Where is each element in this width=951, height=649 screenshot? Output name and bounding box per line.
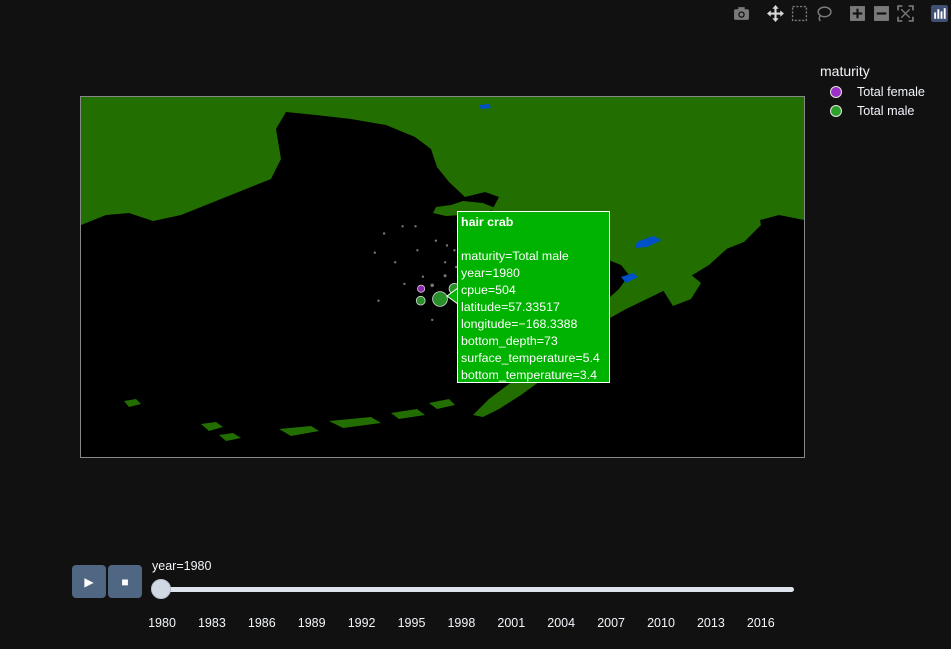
data-point-male[interactable] bbox=[421, 275, 425, 278]
map-svg bbox=[81, 97, 804, 441]
play-button[interactable]: ▶ bbox=[72, 565, 106, 598]
slider-tick-label[interactable]: 1983 bbox=[198, 616, 226, 630]
data-point-male[interactable] bbox=[431, 318, 434, 322]
stop-icon: ■ bbox=[121, 574, 129, 589]
stop-button[interactable]: ■ bbox=[108, 565, 142, 598]
tooltip-line: bottom_depth=73 bbox=[461, 334, 558, 348]
legend-item-total-female[interactable]: Total female bbox=[830, 82, 925, 101]
slider-tick-label[interactable]: 2010 bbox=[647, 616, 675, 630]
lasso-select-icon[interactable] bbox=[812, 3, 834, 23]
slider-tick-label[interactable]: 2004 bbox=[547, 616, 575, 630]
slider-tick-label[interactable]: 2016 bbox=[747, 616, 775, 630]
island-shape bbox=[391, 409, 425, 419]
data-point-male[interactable] bbox=[453, 249, 456, 252]
legend-marker-male bbox=[830, 104, 842, 117]
modebar bbox=[729, 2, 951, 24]
play-icon: ▶ bbox=[84, 574, 94, 589]
hover-tooltip: hair crab maturity=Total male year=1980 … bbox=[457, 211, 610, 383]
zoom-out-icon[interactable] bbox=[870, 3, 892, 23]
legend-title: maturity bbox=[820, 63, 870, 79]
island-shape bbox=[124, 399, 141, 407]
island-shape bbox=[429, 399, 455, 409]
data-point-male[interactable] bbox=[445, 244, 449, 247]
tooltip-line: surface_temperature=5.4 bbox=[461, 351, 600, 365]
legend: maturity Total female Total male bbox=[820, 63, 925, 120]
zoom-in-icon[interactable] bbox=[846, 3, 868, 23]
data-point-male[interactable] bbox=[430, 283, 435, 288]
data-point-male[interactable] bbox=[416, 249, 419, 252]
slider-tick-label[interactable]: 1995 bbox=[398, 616, 426, 630]
data-point-male[interactable] bbox=[373, 251, 376, 254]
camera-icon[interactable] bbox=[730, 3, 752, 23]
geo-map[interactable] bbox=[80, 96, 805, 458]
tooltip-line: latitude=57.33517 bbox=[461, 300, 560, 314]
data-point-female[interactable] bbox=[417, 284, 426, 293]
tooltip-line: year=1980 bbox=[461, 266, 520, 280]
island-shape bbox=[279, 426, 319, 436]
slider-handle[interactable] bbox=[151, 579, 171, 599]
mainland-shape bbox=[81, 97, 804, 417]
box-select-icon[interactable] bbox=[788, 3, 810, 23]
slider-tick-label[interactable]: 1989 bbox=[298, 616, 326, 630]
legend-label: Total male bbox=[857, 103, 915, 118]
slider-tick-label[interactable]: 2013 bbox=[697, 616, 725, 630]
island-shape bbox=[201, 422, 223, 431]
legend-item-total-male[interactable]: Total male bbox=[830, 101, 925, 120]
slider-tick-label[interactable]: 2001 bbox=[497, 616, 525, 630]
tooltip-line: bottom_temperature=3.4 bbox=[461, 368, 598, 382]
data-point-male[interactable] bbox=[403, 282, 406, 286]
data-point-male[interactable] bbox=[415, 295, 426, 306]
island-shape bbox=[219, 433, 241, 441]
slider-tick-label[interactable]: 1980 bbox=[148, 616, 176, 630]
slider-tick-label[interactable]: 1998 bbox=[447, 616, 475, 630]
slider-tick-label[interactable]: 1986 bbox=[248, 616, 276, 630]
tooltip-line: maturity=Total male bbox=[461, 249, 569, 263]
tooltip-title: hair crab bbox=[461, 215, 514, 229]
island-shape bbox=[329, 417, 381, 428]
land-layer bbox=[81, 97, 804, 441]
tooltip-line: longitude=−168.3388 bbox=[461, 317, 578, 331]
data-point-male[interactable] bbox=[414, 225, 417, 228]
autoscale-icon[interactable] bbox=[894, 3, 916, 23]
slider-rail[interactable] bbox=[152, 587, 794, 592]
pan-icon[interactable] bbox=[764, 3, 786, 23]
data-point-male[interactable] bbox=[401, 225, 404, 228]
plotly-logo-icon[interactable] bbox=[928, 3, 950, 23]
data-point-male[interactable] bbox=[394, 261, 397, 264]
legend-label: Total female bbox=[857, 84, 925, 99]
data-point-male[interactable] bbox=[443, 261, 447, 264]
slider-tick-label[interactable]: 1992 bbox=[348, 616, 376, 630]
data-point-male[interactable] bbox=[377, 299, 380, 302]
slider-tick-label[interactable]: 2007 bbox=[597, 616, 625, 630]
data-points[interactable] bbox=[373, 225, 471, 322]
data-point-male[interactable] bbox=[382, 232, 386, 235]
slider-current-label: year=1980 bbox=[152, 559, 212, 573]
data-point-male[interactable] bbox=[434, 239, 438, 242]
data-point-male[interactable] bbox=[443, 274, 447, 278]
tooltip-line: cpue=504 bbox=[461, 283, 516, 297]
legend-marker-female bbox=[830, 85, 842, 98]
